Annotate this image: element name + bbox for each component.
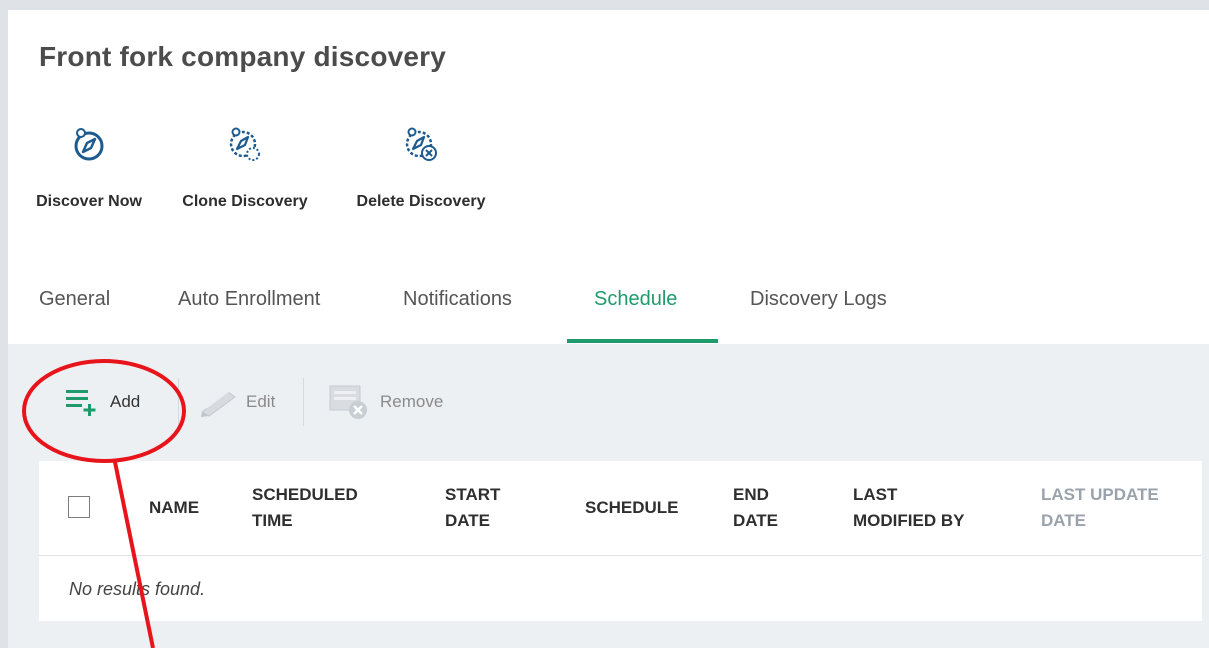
discover-now-button[interactable]: Discover Now bbox=[26, 124, 152, 211]
add-label: Add bbox=[110, 392, 141, 411]
clone-discovery-label: Clone Discovery bbox=[182, 193, 308, 210]
schedule-table: NAME SCHEDULED TIME START DATE SCHEDULE EN… bbox=[39, 461, 1202, 621]
discover-now-icon bbox=[74, 128, 104, 161]
column-header-last-modified-by[interactable]: LAST MODIFIED BY bbox=[853, 482, 964, 534]
tab-general[interactable]: General bbox=[39, 288, 110, 311]
toolbar-divider bbox=[178, 378, 179, 426]
tab-notifications[interactable]: Notifications bbox=[403, 288, 512, 311]
edit-label: Edit bbox=[246, 392, 276, 411]
active-tab-indicator bbox=[567, 339, 718, 343]
remove-button[interactable]: Remove bbox=[328, 374, 443, 430]
schedule-content: Add Edit Remove NAME SCHEDULED TIME STAR… bbox=[8, 344, 1209, 648]
column-header-scheduled-time[interactable]: SCHEDULED TIME bbox=[252, 482, 358, 534]
edit-pencil-icon bbox=[201, 389, 236, 417]
edit-button[interactable]: Edit bbox=[198, 374, 275, 430]
tab-discovery-logs[interactable]: Discovery Logs bbox=[750, 288, 887, 311]
clone-discovery-button[interactable]: Clone Discovery bbox=[172, 124, 318, 211]
discovery-detail-panel: Front fork company discovery Discover No… bbox=[8, 10, 1209, 648]
add-button[interactable]: Add bbox=[64, 374, 140, 430]
empty-message: No results found. bbox=[69, 579, 206, 599]
page-title: Front fork company discovery bbox=[39, 41, 447, 72]
tab-bar: General Auto Enrollment Notifications Sc… bbox=[8, 282, 1209, 344]
column-header-name[interactable]: NAME bbox=[149, 495, 199, 521]
toolbar-divider bbox=[303, 378, 304, 426]
remove-label: Remove bbox=[380, 392, 444, 411]
column-header-schedule[interactable]: SCHEDULE bbox=[585, 495, 679, 521]
select-all-checkbox[interactable] bbox=[68, 496, 90, 518]
column-header-end-date[interactable]: END DATE bbox=[733, 482, 778, 534]
header-divider bbox=[39, 555, 1202, 556]
column-header-start-date[interactable]: START DATE bbox=[445, 482, 500, 534]
delete-discovery-label: Delete Discovery bbox=[356, 193, 486, 210]
discover-now-label: Discover Now bbox=[36, 193, 142, 210]
delete-discovery-button[interactable]: Delete Discovery bbox=[341, 124, 501, 211]
schedule-toolbar: Add Edit Remove bbox=[8, 374, 508, 430]
add-list-icon bbox=[66, 390, 96, 416]
tab-auto-enrollment[interactable]: Auto Enrollment bbox=[178, 288, 320, 311]
tab-schedule[interactable]: Schedule bbox=[594, 288, 677, 311]
remove-calendar-icon bbox=[329, 385, 367, 419]
column-header-last-update-date[interactable]: LAST UPDATE DATE bbox=[1041, 482, 1159, 534]
clone-discovery-icon bbox=[229, 127, 260, 161]
delete-discovery-icon bbox=[405, 127, 437, 161]
